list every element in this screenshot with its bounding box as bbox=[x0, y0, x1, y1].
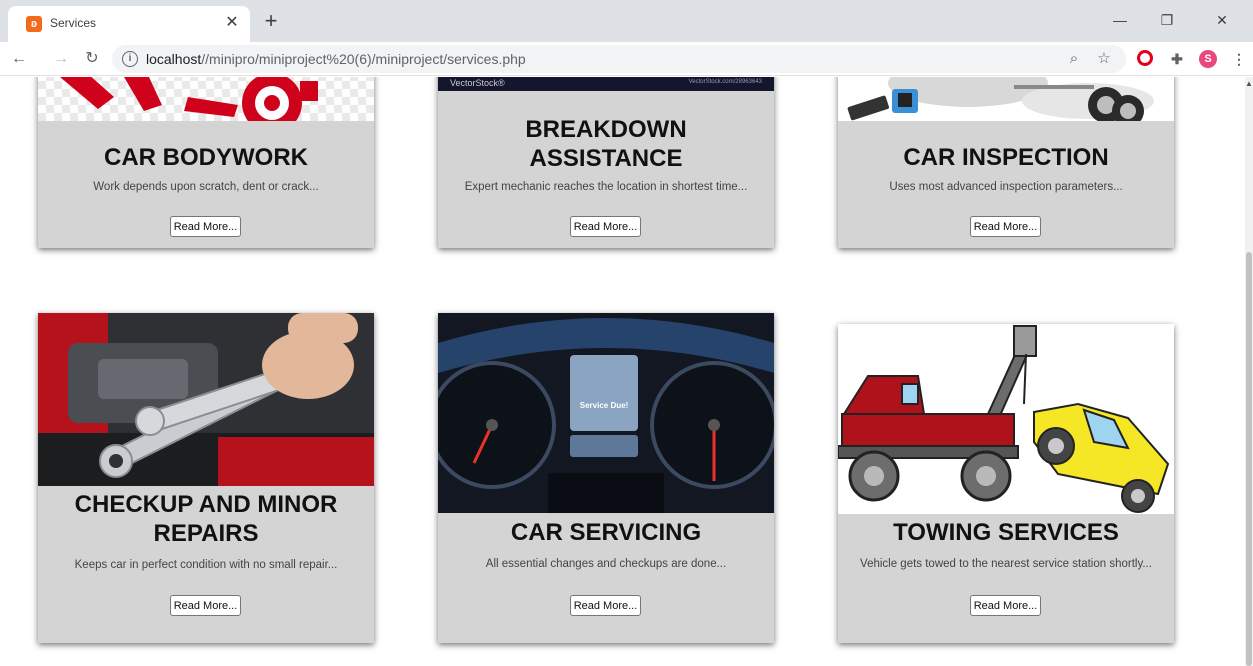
checkup-image bbox=[38, 313, 374, 486]
restore-button[interactable]: ❐ bbox=[1152, 8, 1182, 32]
tab-close-icon[interactable]: ✕ bbox=[222, 13, 242, 33]
service-title: CAR SERVICING bbox=[510, 519, 702, 546]
window-close-button[interactable]: ✕ bbox=[1207, 8, 1237, 32]
url-path: //minipro/miniproject%20(6)/miniproject/… bbox=[201, 51, 526, 67]
page-viewport: CAR BODYWORK Work depends upon scratch, … bbox=[0, 77, 1245, 666]
image-caption-left: VectorStock® bbox=[450, 78, 505, 88]
inspection-image bbox=[838, 77, 1174, 121]
info-icon[interactable]: i bbox=[122, 51, 138, 67]
read-more-button[interactable]: Read More... bbox=[970, 216, 1041, 237]
service-due-text: Service Due! bbox=[579, 401, 629, 410]
browser-toolbar: ← → ↻ i localhost//minipro/miniproject%2… bbox=[0, 42, 1253, 76]
read-more-button[interactable]: Read More... bbox=[570, 216, 641, 237]
service-card-towing: TOWING SERVICES Vehicle gets towed to th… bbox=[838, 324, 1174, 643]
minimize-button[interactable]: — bbox=[1105, 8, 1135, 32]
menu-dots-icon[interactable]: ⋮ bbox=[1230, 50, 1248, 68]
towing-image bbox=[838, 324, 1174, 514]
url-host: localhost bbox=[146, 51, 202, 67]
service-title: BREAKDOWN ASSISTANCE bbox=[525, 116, 687, 172]
puzzle-icon[interactable]: ✚ bbox=[1168, 50, 1186, 68]
address-bar[interactable]: i localhost//minipro/miniproject%20(6)/m… bbox=[112, 45, 1126, 73]
service-description: All essential changes and checkups are d… bbox=[485, 558, 727, 570]
url-text[interactable]: localhost//minipro/miniproject%20(6)/min… bbox=[146, 51, 526, 67]
read-more-button[interactable]: Read More... bbox=[570, 595, 641, 616]
service-card-bodywork: CAR BODYWORK Work depends upon scratch, … bbox=[38, 77, 374, 248]
service-card-servicing: Service Due! CAR SERVICING All essential… bbox=[438, 313, 774, 643]
service-title: CAR BODYWORK bbox=[104, 144, 308, 171]
servicing-image: Service Due! bbox=[438, 313, 774, 513]
service-title: CHECKUP AND MINOR REPAIRS bbox=[74, 491, 338, 547]
service-card-checkup: CHECKUP AND MINOR REPAIRS Keeps car in p… bbox=[38, 313, 374, 643]
read-more-button[interactable]: Read More... bbox=[970, 595, 1041, 616]
browser-tab[interactable]: ʚ Services ✕ bbox=[8, 6, 250, 42]
new-tab-button[interactable]: + bbox=[259, 10, 283, 34]
zoom-icon[interactable]: ⌕ bbox=[1064, 49, 1084, 69]
tab-title: Services bbox=[50, 16, 97, 30]
xampp-favicon-icon: ʚ bbox=[26, 16, 42, 32]
vertical-scrollbar[interactable]: ▲ bbox=[1245, 77, 1253, 666]
bodywork-image bbox=[38, 77, 374, 121]
tab-bar: ʚ Services ✕ + — ❐ ✕ bbox=[0, 0, 1253, 42]
service-description: Expert mechanic reaches the location in … bbox=[464, 181, 748, 193]
breakdown-image: VectorStock® VectorStock.com/28963643 bbox=[438, 77, 774, 91]
back-arrow-icon[interactable]: ← bbox=[8, 48, 30, 70]
service-card-breakdown: VectorStock® VectorStock.com/28963643 BR… bbox=[438, 77, 774, 248]
service-description: Work depends upon scratch, dent or crack… bbox=[93, 181, 319, 193]
service-description: Uses most advanced inspection parameters… bbox=[889, 181, 1123, 193]
read-more-button[interactable]: Read More... bbox=[170, 595, 241, 616]
scrollbar-thumb[interactable] bbox=[1246, 252, 1252, 666]
profile-avatar[interactable]: S bbox=[1199, 50, 1217, 68]
service-card-inspection: CAR INSPECTION Uses most advanced inspec… bbox=[838, 77, 1174, 248]
opera-icon[interactable] bbox=[1137, 50, 1153, 66]
scroll-up-arrow-icon[interactable]: ▲ bbox=[1245, 79, 1253, 88]
read-more-button[interactable]: Read More... bbox=[170, 216, 241, 237]
service-description: Keeps car in perfect condition with no s… bbox=[74, 559, 338, 571]
image-caption-right: VectorStock.com/28963643 bbox=[688, 79, 762, 85]
reload-icon[interactable]: ↻ bbox=[81, 48, 103, 70]
forward-arrow-icon[interactable]: → bbox=[50, 48, 72, 70]
service-title: TOWING SERVICES bbox=[893, 519, 1119, 546]
service-title: CAR INSPECTION bbox=[903, 144, 1109, 171]
service-description: Vehicle gets towed to the nearest servic… bbox=[860, 558, 1152, 570]
star-icon[interactable]: ☆ bbox=[1094, 49, 1114, 69]
